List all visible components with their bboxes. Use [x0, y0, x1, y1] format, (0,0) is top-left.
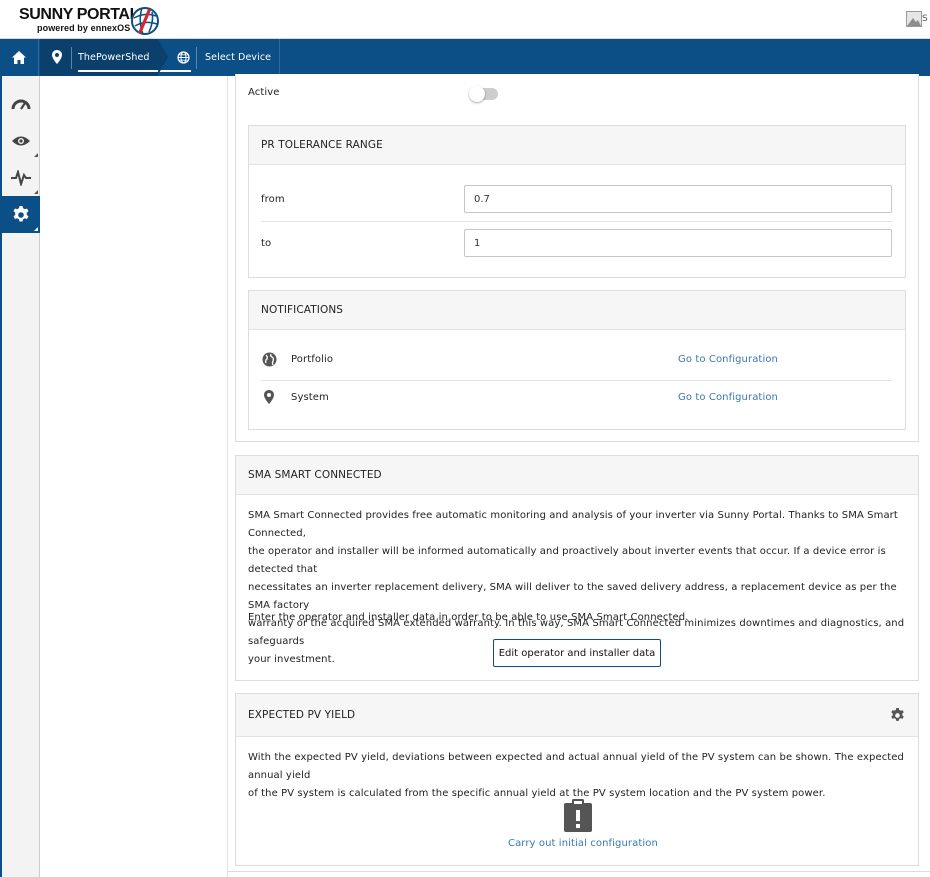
pr-tolerance-header: PR TOLERANCE RANGE — [249, 126, 905, 165]
clipboard-alert-icon — [564, 799, 592, 832]
sunny-portal-logo[interactable]: SUNNY PORTAL powered by ennexOS — [19, 6, 139, 33]
left-sidebar — [0, 76, 40, 877]
pr-from-input[interactable] — [464, 185, 892, 213]
globe-icon — [177, 51, 190, 64]
performance-ratio-section: Active PR TOLERANCE RANGE from to NOTIFI… — [235, 74, 919, 442]
pulse-icon — [11, 169, 31, 186]
settings-gear-icon[interactable] — [890, 708, 905, 723]
settings-navigation-column — [40, 76, 228, 877]
portfolio-configuration-link[interactable]: Go to Configuration — [678, 354, 778, 365]
submenu-indicator — [34, 153, 38, 157]
home-icon — [12, 51, 26, 64]
to-label: to — [261, 238, 272, 249]
eye-icon — [12, 136, 30, 145]
device-selector[interactable]: Select Device — [170, 39, 280, 76]
expected-pv-yield-description: With the expected PV yield, deviations b… — [248, 749, 916, 803]
location-pin-icon — [52, 50, 62, 64]
notification-system-label: System — [291, 392, 329, 403]
pr-to-input[interactable] — [464, 229, 892, 257]
active-label: Active — [248, 87, 280, 98]
sidebar-item-dashboard[interactable] — [2, 85, 40, 122]
expected-pv-yield-title: EXPECTED PV YIELD — [248, 709, 356, 721]
sma-smart-connected-title: SMA SMART CONNECTED — [248, 469, 382, 481]
notification-portfolio-label: Portfolio — [291, 354, 334, 365]
home-button[interactable] — [0, 39, 39, 76]
system-configuration-link[interactable]: Go to Configuration — [678, 392, 778, 403]
select-device-label: Select Device — [205, 52, 272, 63]
speedometer-icon — [11, 99, 31, 110]
notifications-header: NOTIFICATIONS — [249, 291, 905, 330]
description-line: SMA Smart Connected provides free automa… — [248, 510, 898, 539]
nav-separator — [196, 47, 197, 69]
top-header: SUNNY PORTAL powered by ennexOS S — [0, 0, 930, 39]
sidebar-item-monitoring[interactable] — [2, 122, 40, 159]
logo-title: SUNNY PORTAL — [19, 6, 139, 23]
sidebar-item-analysis[interactable] — [2, 159, 40, 196]
notifications-panel: NOTIFICATIONS Portfolio Go to Configurat… — [248, 290, 906, 430]
main-content: Active PR TOLERANCE RANGE from to NOTIFI… — [228, 74, 930, 877]
description-line: the operator and installer will be infor… — [248, 546, 886, 575]
submenu-indicator — [34, 227, 38, 231]
user-avatar-icon[interactable] — [906, 11, 922, 27]
from-label: from — [261, 194, 285, 205]
main-navbar: ThePowerShed Select Device — [0, 39, 930, 76]
toggle-knob — [469, 86, 485, 102]
active-toggle[interactable] — [469, 86, 498, 102]
sidebar-item-configuration[interactable] — [2, 196, 40, 233]
content-bottom-border — [228, 871, 930, 872]
pr-tolerance-panel: PR TOLERANCE RANGE from to — [248, 125, 906, 278]
plant-selector[interactable]: ThePowerShed — [40, 39, 191, 76]
description-line: With the expected PV yield, deviations b… — [248, 752, 905, 781]
sma-smart-connected-header: SMA SMART CONNECTED — [236, 456, 918, 495]
pr-tolerance-title: PR TOLERANCE RANGE — [261, 139, 383, 151]
sma-smart-connected-panel: SMA SMART CONNECTED SMA Smart Connected … — [235, 455, 919, 681]
globe-icon — [262, 352, 277, 367]
logo-subtitle: powered by ennexOS — [37, 23, 131, 33]
carry-out-initial-configuration-link[interactable]: Carry out initial configuration — [508, 838, 658, 849]
expected-pv-yield-header: EXPECTED PV YIELD — [236, 694, 918, 737]
row-divider — [261, 221, 892, 222]
expected-pv-yield-panel: EXPECTED PV YIELD With the expected PV y… — [235, 693, 919, 866]
user-name-truncated[interactable]: S — [922, 14, 928, 24]
sma-smart-connected-note: Enter the operator and installer data in… — [248, 612, 689, 623]
row-divider — [261, 380, 892, 381]
gear-icon — [13, 205, 29, 221]
notifications-title: NOTIFICATIONS — [261, 304, 344, 316]
location-pin-icon — [264, 390, 274, 404]
nav-separator — [71, 47, 72, 69]
submenu-indicator — [34, 190, 38, 194]
plant-name: ThePowerShed — [78, 52, 150, 63]
logo-globe-icon — [131, 7, 159, 35]
edit-operator-installer-button[interactable]: Edit operator and installer data — [493, 639, 661, 667]
